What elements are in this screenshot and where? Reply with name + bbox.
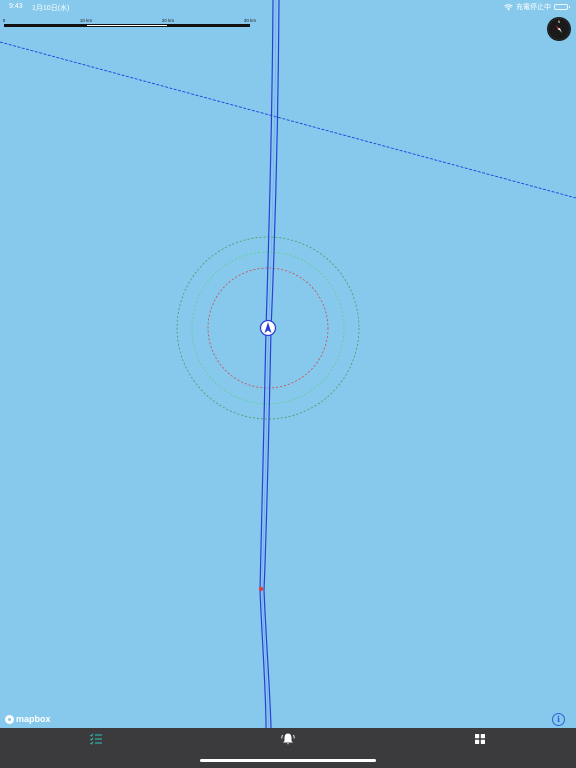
status-bar: 9:43 1月10日(水) 充電停止中 (0, 0, 576, 14)
info-button[interactable]: i (552, 713, 565, 726)
scale-bar: 0 10 km 20 km 30 km (2, 18, 258, 30)
scale-segment (4, 24, 86, 27)
status-date: 1月10日(水) (32, 5, 70, 12)
screen: 9:43 1月10日(水) 充電停止中 0 10 km 20 km 30 km … (0, 0, 576, 768)
alarm-bell-icon (281, 733, 295, 745)
mapbox-logo-icon (5, 714, 14, 724)
charging-status: 充電停止中 (516, 4, 551, 11)
compass-icon: N (548, 18, 570, 40)
home-indicator[interactable] (200, 759, 376, 762)
mapbox-logo-text: mapbox (16, 714, 51, 724)
scale-segment (168, 24, 250, 27)
waypoint-marker[interactable] (258, 586, 264, 592)
tab-alarm[interactable] (280, 732, 296, 746)
scale-label-20: 20 km (161, 18, 175, 23)
scale-label-30: 30 km (243, 18, 257, 23)
svg-text:N: N (558, 20, 561, 24)
scale-label-10: 10 km (79, 18, 93, 23)
mapbox-logo[interactable]: mapbox (5, 714, 51, 724)
tab-list[interactable] (89, 732, 105, 746)
grid-icon (475, 734, 485, 744)
status-right: 充電停止中 (504, 2, 570, 12)
list-icon (90, 733, 102, 745)
tab-grid[interactable] (472, 732, 488, 746)
compass-button[interactable]: N (547, 17, 571, 41)
scale-segment (86, 24, 168, 27)
current-position[interactable] (259, 319, 277, 337)
map-canvas[interactable] (0, 0, 576, 768)
scale-label-0: 0 (2, 18, 6, 23)
water-background (0, 0, 576, 768)
scale-line (4, 24, 250, 27)
status-time: 9:43 (9, 3, 23, 10)
tab-bar (0, 728, 576, 768)
battery-icon (554, 4, 570, 10)
wifi-icon (504, 3, 513, 10)
